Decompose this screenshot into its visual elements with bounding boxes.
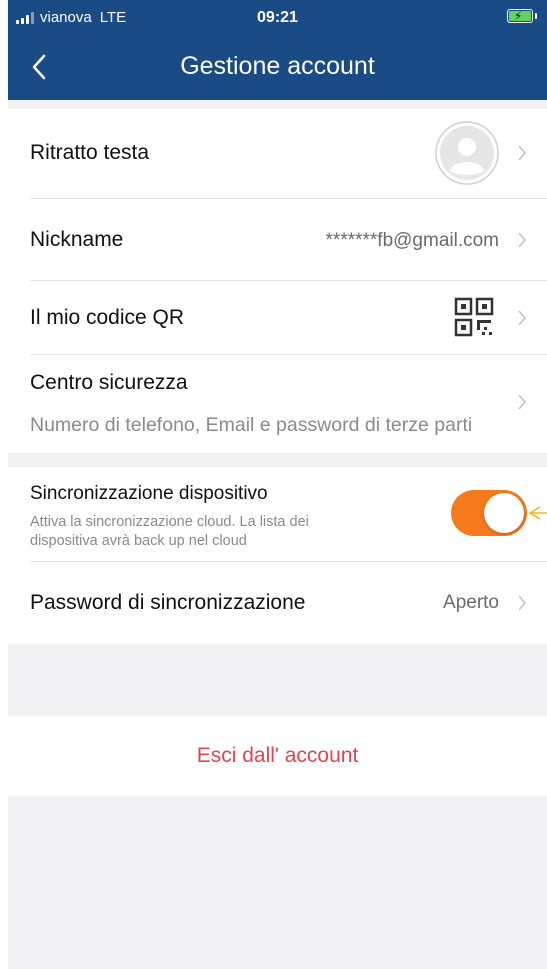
chevron-right-icon: [518, 145, 527, 161]
qr-code-row[interactable]: Il mio codice QR: [8, 281, 547, 354]
chevron-right-icon: [518, 595, 527, 611]
sync-password-label: Password di sincronizzazione: [30, 591, 306, 614]
status-bar: vianova LTE 09:21 ⚡: [8, 0, 547, 36]
qr-code-row-label: Il mio codice QR: [30, 306, 185, 329]
device-sync-toggle[interactable]: [451, 490, 527, 536]
nickname-row-label: Nickname: [30, 228, 124, 251]
nickname-row[interactable]: Nickname *******fb@gmail.com: [8, 199, 547, 280]
device-sync-row: Sincronizzazione dispositivo Attiva la s…: [8, 467, 547, 561]
device-sync-description-line1: Attiva la sincronizzazione cloud. La lis…: [30, 514, 309, 530]
avatar-row-label: Ritratto testa: [30, 141, 150, 164]
app-screen: vianova LTE 09:21 ⚡ Gestione account Rit…: [8, 0, 547, 969]
qr-code-icon: [454, 297, 494, 337]
device-sync-label: Sincronizzazione dispositivo: [30, 483, 268, 504]
sync-password-row[interactable]: Password di sincronizzazione Aperto: [8, 562, 547, 644]
avatar-placeholder-icon: [435, 121, 499, 185]
account-settings-group: Ritratto testa Nickname *******fb@gmail.…: [8, 109, 547, 453]
toggle-knob: [484, 493, 524, 533]
sync-password-value: Aperto: [443, 592, 499, 613]
sync-settings-group: Sincronizzazione dispositivo Attiva la s…: [8, 467, 547, 644]
logout-button[interactable]: Esci dall' account: [8, 744, 547, 768]
page-title: Gestione account: [180, 52, 375, 80]
security-center-label: Centro sicurezza: [30, 371, 188, 394]
status-time: 09:21: [257, 9, 298, 26]
chevron-right-icon: [518, 232, 527, 248]
nickname-value: *******fb@gmail.com: [325, 230, 499, 251]
battery-charging-icon: ⚡: [507, 9, 537, 23]
device-sync-description-line2: dispositiva avrà back up nel cloud: [30, 533, 247, 549]
nav-header: vianova LTE 09:21 ⚡ Gestione account: [8, 0, 547, 100]
logout-section: Esci dall' account: [8, 716, 547, 796]
avatar-row[interactable]: Ritratto testa: [8, 109, 547, 198]
chevron-right-icon: [518, 310, 527, 326]
security-center-subtitle: Numero di telefono, Email e password di …: [30, 414, 473, 436]
arrow-left-icon: [528, 506, 547, 520]
chevron-right-icon: [518, 394, 527, 410]
security-center-row[interactable]: Centro sicurezza Numero di telefono, Ema…: [8, 355, 547, 453]
